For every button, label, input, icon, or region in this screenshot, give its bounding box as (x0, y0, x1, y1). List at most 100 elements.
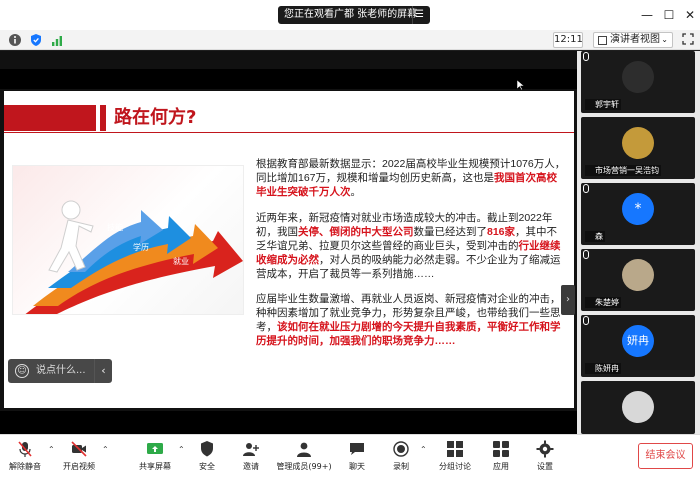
chevron-up-icon[interactable]: ⌃ (178, 445, 185, 454)
manage-members-button[interactable]: 管理成员(99+) (272, 435, 336, 478)
unmute-button[interactable]: 解除静音 (4, 435, 46, 478)
arrow-label-skill: 技能 (107, 222, 123, 232)
header-red-bar (4, 105, 96, 131)
window-titlebar: 您正在观看广都 张老师的屏幕 ☰ — ☐ ✕ (0, 0, 700, 30)
security-label: 安全 (199, 462, 215, 471)
share-notice-text: 您正在观看广都 张老师的屏幕 (284, 9, 418, 20)
signal-strength-icon[interactable] (50, 33, 64, 47)
paragraph-competition: 应届毕业生数量激增、再就业人员返岗、新冠疫情对企业的冲击，种种因素增加了就业竞争… (256, 292, 566, 348)
participant-name: 陈妍冉 (585, 363, 621, 374)
p3-highlight: 该如何在就业压力剧增的今天提升自我素质，平衡好工作和学历提升的时间，加强我们的职… (256, 321, 561, 347)
participant-tile[interactable]: * 森 (581, 183, 695, 245)
video-off-icon (71, 441, 87, 457)
avatar: 妍冉 (622, 325, 654, 357)
chevron-up-icon[interactable]: ⌃ (420, 445, 427, 454)
record-label: 录制 (393, 462, 409, 471)
participant-name: 森 (585, 231, 605, 242)
members-icon (297, 442, 311, 457)
slide-bottom-band (0, 411, 577, 434)
avatar (622, 391, 654, 423)
apps-label: 应用 (493, 462, 509, 471)
maximize-button[interactable]: ☐ (662, 8, 676, 22)
avatar: * (622, 193, 654, 225)
breakout-rooms-icon (447, 441, 463, 457)
breakout-button[interactable]: 分组讨论 (436, 435, 474, 478)
toggle-participant-panel-button[interactable]: › (561, 285, 575, 315)
end-meeting-button[interactable]: 结束会议 (638, 443, 693, 469)
paragraph-covid-impact: 近两年来，新冠疫情对就业市场造成较大的冲击。截止到2022年初，我国关停、倒闭的… (256, 211, 566, 281)
settings-label: 设置 (537, 462, 553, 471)
share-screen-label: 共享屏幕 (139, 462, 171, 471)
participant-strip[interactable]: 郭宇轩 市场营销一吴浩钧 * 森 朱楚婷 妍冉 陈妍冉 (577, 51, 700, 434)
invite-button[interactable]: 邀请 (234, 435, 268, 478)
microphone-muted-icon (18, 441, 32, 457)
start-video-label: 开启视频 (63, 462, 95, 471)
grid-view-icon (598, 36, 607, 45)
start-video-button[interactable]: 开启视频 (58, 435, 100, 478)
shared-screen-area: 路在何方? 技能 学历 就业 根据教育部最新数据显示：2022届高校毕业生规模预… (0, 51, 577, 434)
meeting-info-bar: 12:11 演讲者视图 ⌄ (0, 30, 700, 50)
participant-name: 郭宇轩 (585, 99, 621, 110)
p1-text-b: 。 (350, 186, 362, 198)
chat-label: 聊天 (349, 462, 365, 471)
fullscreen-icon[interactable] (682, 33, 694, 45)
participant-tile[interactable]: 朱楚婷 (581, 249, 695, 311)
arrow-label-degree: 学历 (133, 242, 149, 252)
manage-members-label: 管理成员(99+) (276, 462, 332, 471)
shield-icon (201, 441, 213, 457)
chevron-down-icon: ⌄ (661, 35, 668, 44)
avatar (622, 127, 654, 159)
p2-text-b: 数量已经达到了 (413, 226, 488, 238)
view-label: 演讲者视图 (610, 34, 660, 45)
slide-title: 路在何方? (114, 107, 197, 128)
slide-top-band (0, 69, 577, 89)
apps-icon (493, 441, 509, 457)
meeting-timer: 12:11 (553, 32, 583, 48)
invite-label: 邀请 (243, 462, 259, 471)
collapse-chat-button[interactable]: ‹ (94, 359, 112, 383)
gear-icon (536, 440, 554, 458)
chevron-up-icon[interactable]: ⌃ (48, 445, 55, 454)
chat-button[interactable]: 聊天 (340, 435, 374, 478)
info-icon[interactable] (8, 33, 22, 47)
emoji-icon[interactable]: ☺ (15, 364, 29, 378)
settings-button[interactable]: 设置 (528, 435, 562, 478)
p2-highlight-a: 关停、倒闭的中大型公司 (298, 226, 414, 238)
microphone-icon (583, 52, 589, 61)
screen-share-notice[interactable]: 您正在观看广都 张老师的屏幕 ☰ (278, 6, 430, 24)
security-button[interactable]: 安全 (190, 435, 224, 478)
unmute-label: 解除静音 (9, 462, 41, 471)
record-icon (393, 441, 409, 457)
paragraph-graduate-stats: 根据教育部最新数据显示：2022届高校毕业生规模预计1076万人，同比增加167… (256, 157, 566, 199)
chevron-up-icon[interactable]: ⌃ (102, 445, 109, 454)
avatar (622, 259, 654, 291)
shield-icon[interactable] (29, 33, 43, 47)
breakout-label: 分组讨论 (439, 462, 471, 471)
slide-header: 路在何方? (4, 105, 574, 133)
share-menu-icon[interactable]: ☰ (412, 6, 426, 24)
header-accent-bar (100, 105, 106, 131)
participant-tile[interactable]: 郭宇轩 (581, 51, 695, 113)
microphone-icon (583, 250, 589, 259)
chat-input[interactable]: ☺ 说点什么... ‹ (8, 359, 112, 383)
header-underline (4, 132, 574, 133)
career-arrows-illustration: 技能 学历 就业 (12, 165, 244, 315)
chat-icon (350, 443, 364, 455)
arrow-label-employment: 就业 (173, 256, 189, 266)
meeting-toolbar: 解除静音 ⌃ 开启视频 ⌃ 共享屏幕 ⌃ 安全 邀请 管理成员(99+) 聊天 … (0, 434, 700, 478)
apps-button[interactable]: 应用 (484, 435, 518, 478)
microphone-icon (583, 184, 589, 193)
share-screen-icon (147, 443, 163, 454)
add-user-icon (243, 443, 259, 456)
speaker-view-button[interactable]: 演讲者视图 ⌄ (593, 32, 673, 48)
participant-tile[interactable]: 妍冉 陈妍冉 (581, 315, 695, 377)
participant-name: 市场营销一吴浩钧 (585, 165, 661, 176)
cursor-icon (517, 80, 525, 90)
chat-placeholder: 说点什么... (36, 365, 86, 376)
share-screen-button[interactable]: 共享屏幕 (134, 435, 176, 478)
minimize-button[interactable]: — (640, 8, 654, 22)
close-button[interactable]: ✕ (683, 8, 697, 22)
record-button[interactable]: 录制 (384, 435, 418, 478)
participant-tile[interactable]: 市场营销一吴浩钧 (581, 117, 695, 179)
participant-tile[interactable] (581, 381, 695, 434)
